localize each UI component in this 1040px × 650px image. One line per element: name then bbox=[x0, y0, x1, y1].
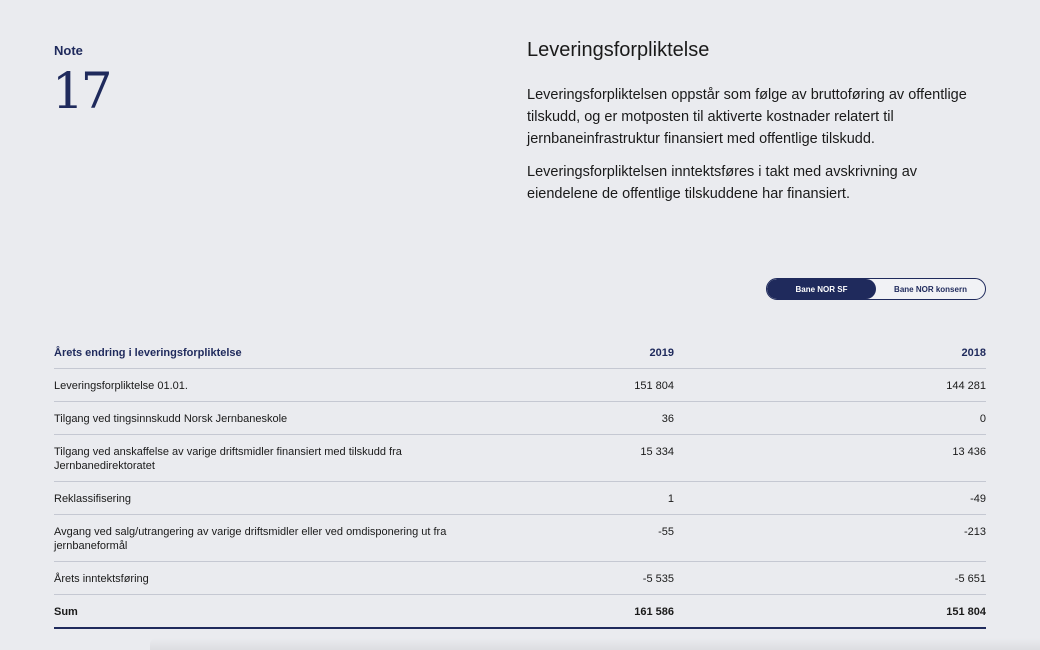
header-2019: 2019 bbox=[649, 347, 674, 359]
row-label: Avgang ved salg/utrangering av varige dr… bbox=[54, 526, 447, 552]
table-row: Tilgang ved anskaffelse av varige drifts… bbox=[54, 435, 986, 482]
row-value-2019: 1 bbox=[667, 493, 674, 505]
row-label: Tilgang ved tingsinnskudd Norsk Jernbane… bbox=[54, 413, 288, 425]
row-label: Reklassifisering bbox=[54, 493, 132, 505]
row-value-2019: 36 bbox=[661, 413, 674, 425]
sum-value-2019: 161 586 bbox=[634, 606, 674, 618]
note-label: Note bbox=[54, 43, 83, 58]
section-paragraph-1: Leveringsforpliktelsen oppstår som følge… bbox=[527, 87, 967, 147]
header-label: Årets endring i leveringsforpliktelse bbox=[54, 347, 242, 359]
row-value-2019: -5 535 bbox=[642, 573, 674, 585]
table-row: Tilgang ved tingsinnskudd Norsk Jernbane… bbox=[54, 402, 986, 435]
note-number: 17 bbox=[52, 62, 113, 120]
bottom-shadow bbox=[150, 638, 1040, 650]
row-label: Årets inntektsføring bbox=[54, 573, 149, 585]
row-label: Leveringsforpliktelse 01.01. bbox=[54, 380, 188, 392]
sum-label: Sum bbox=[54, 606, 78, 618]
table-header-row: Årets endring i leveringsforpliktelse 20… bbox=[54, 337, 986, 369]
header-2018: 2018 bbox=[961, 347, 986, 359]
row-label: Tilgang ved anskaffelse av varige drifts… bbox=[54, 446, 402, 472]
row-value-2018: 0 bbox=[979, 413, 986, 425]
row-value-2019: 151 804 bbox=[634, 380, 674, 392]
row-value-2018: 144 281 bbox=[946, 380, 986, 392]
toggle-option-bane-nor-sf[interactable]: Bane NOR SF bbox=[767, 279, 876, 299]
change-table: Årets endring i leveringsforpliktelse 20… bbox=[54, 337, 986, 629]
sum-value-2018: 151 804 bbox=[946, 606, 986, 618]
entity-toggle: Bane NOR SF Bane NOR konsern bbox=[766, 278, 986, 300]
row-value-2019: -55 bbox=[658, 526, 674, 538]
table-row: Reklassifisering 1 -49 bbox=[54, 482, 986, 515]
row-value-2018: -5 651 bbox=[954, 573, 986, 585]
section-title: Leveringsforpliktelse bbox=[527, 39, 710, 61]
table-row: Årets inntektsføring -5 535 -5 651 bbox=[54, 562, 986, 595]
toggle-option-bane-nor-konsern[interactable]: Bane NOR konsern bbox=[876, 279, 985, 299]
row-value-2019: 15 334 bbox=[640, 446, 674, 458]
table-sum-row: Sum 161 586 151 804 bbox=[54, 595, 986, 629]
section-paragraph-2: Leveringsforpliktelsen inntektsføres i t… bbox=[527, 164, 918, 202]
table-row: Leveringsforpliktelse 01.01. 151 804 144… bbox=[54, 369, 986, 402]
table-row: Avgang ved salg/utrangering av varige dr… bbox=[54, 515, 986, 562]
row-value-2018: -49 bbox=[970, 493, 986, 505]
row-value-2018: 13 436 bbox=[952, 446, 986, 458]
row-value-2018: -213 bbox=[963, 526, 986, 538]
